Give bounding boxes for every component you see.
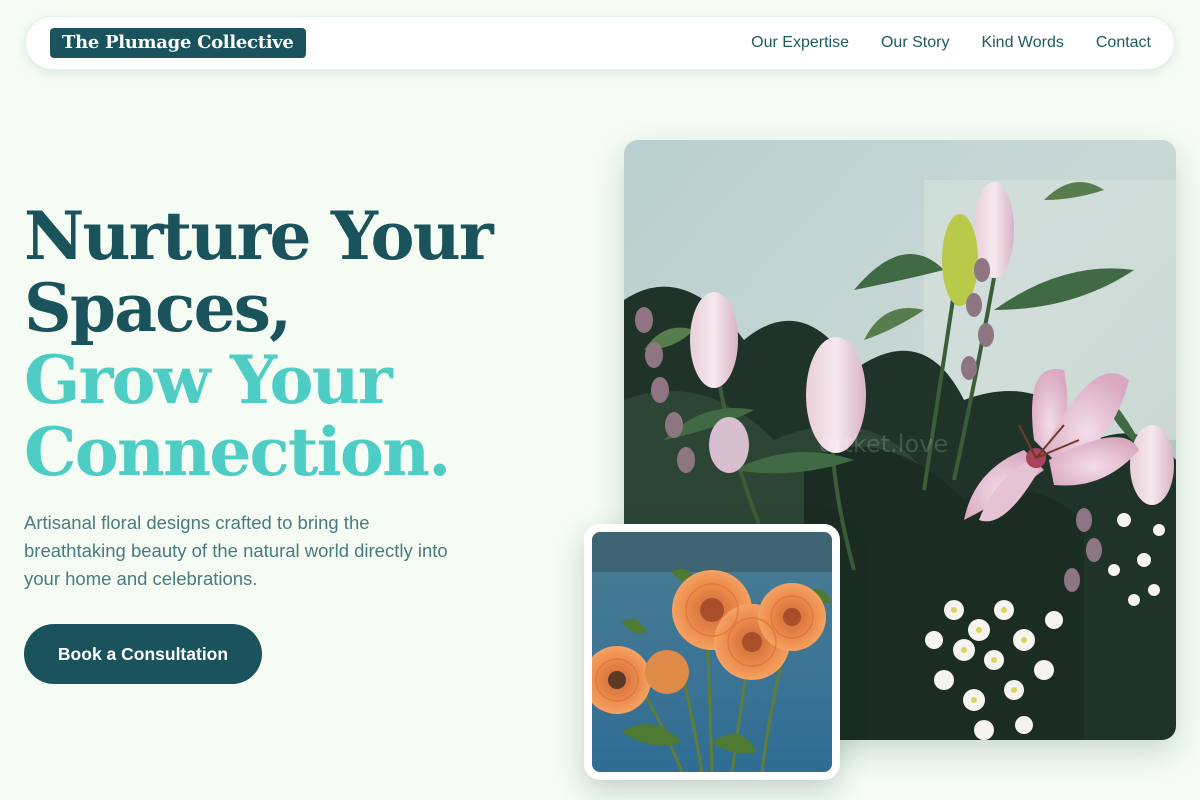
hero-title-line-3: Grow Your [24, 341, 393, 419]
hero-title-line-1: Nurture Your [24, 197, 494, 275]
book-consultation-button[interactable]: Book a Consultation [24, 624, 262, 684]
top-nav: The Plumage Collective Our Expertise Our… [25, 16, 1175, 70]
nav-link-our-story[interactable]: Our Story [881, 34, 949, 52]
dahlia-photo [592, 532, 832, 772]
nav-links: Our Expertise Our Story Kind Words Conta… [751, 17, 1151, 69]
nav-link-our-expertise[interactable]: Our Expertise [751, 34, 849, 52]
nav-link-kind-words[interactable]: Kind Words [981, 34, 1063, 52]
hero-subtitle: Artisanal floral designs crafted to brin… [24, 512, 448, 589]
nav-link-contact[interactable]: Contact [1096, 34, 1151, 52]
hero-title: Nurture Your Spaces, Grow Your Connectio… [24, 197, 494, 491]
brand-logo[interactable]: The Plumage Collective [50, 28, 306, 58]
hero-title-line-2: Spaces, [24, 269, 292, 347]
hero-title-line-4: Connection. [24, 413, 451, 491]
svg-text:ortket.love: ortket.love [819, 430, 948, 458]
dahlia-photo-card [584, 524, 840, 780]
